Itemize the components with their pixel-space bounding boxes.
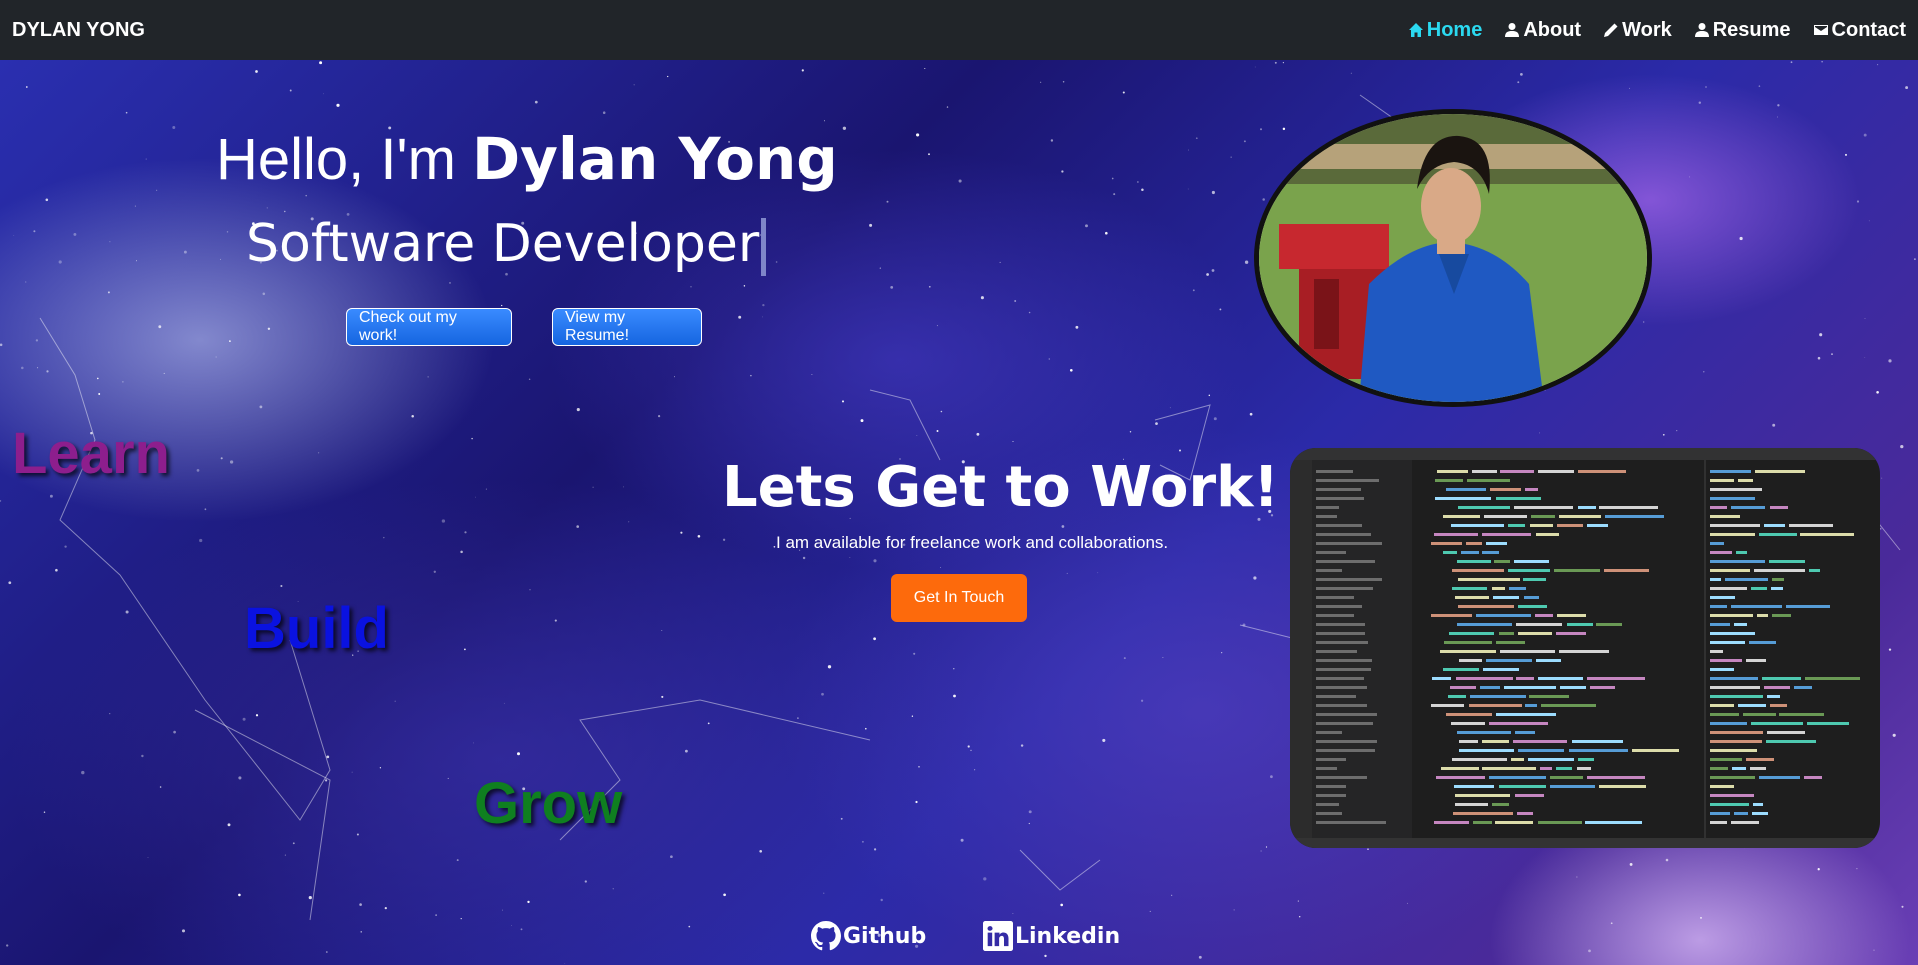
github-label: Github [843,923,927,949]
hero-role: Software Developer [246,214,767,276]
nav-work[interactable]: Work [1603,19,1672,42]
code-editor-screenshot [1290,448,1880,848]
profile-photo-drawing [1259,114,1647,402]
word-learn: Learn [12,421,170,486]
get-in-touch-button[interactable]: Get In Touch [891,574,1027,622]
nav-home-label: Home [1426,18,1483,41]
role-text: Software Developer [246,214,760,274]
nav-contact-label: Contact [1831,18,1906,41]
pencil-icon [1604,23,1618,37]
linkedin-link[interactable]: Linkedin [983,921,1120,951]
word-grow: Grow [474,771,623,836]
editor-status-bar [1290,838,1880,848]
linkedin-icon [983,921,1013,951]
greeting-text: Hello, I'm [216,127,473,192]
cta-subtitle: I am available for freelance work and co… [776,533,1169,552]
check-work-button[interactable]: Check out my work! [346,308,512,346]
nav-links: Home About Work Resume Contact [1408,19,1906,42]
nav-resume[interactable]: Resume [1694,19,1791,42]
hero-name: Dylan Yong [472,125,838,193]
hero-greeting: Hello, I'm Dylan Yong [216,125,838,193]
view-resume-button[interactable]: View my Resume! [552,308,702,346]
linkedin-label: Linkedin [1015,923,1121,949]
github-icon [811,921,841,951]
nav-resume-label: Resume [1712,18,1791,41]
typing-cursor [761,218,767,276]
person-icon [1505,23,1520,37]
github-link[interactable]: Github [811,921,926,951]
nav-about[interactable]: About [1504,19,1581,42]
word-build: Build [244,596,389,661]
nav-home[interactable]: Home [1408,18,1483,42]
navbar: DYLAN YONG Home About Work Resume Contac… [0,0,1918,60]
cta-title: Lets Get to Work! [722,455,1279,520]
brand-logo[interactable]: DYLAN YONG [12,19,145,42]
nav-about-label: About [1523,18,1582,41]
home-icon [1408,23,1423,37]
profile-photo [1254,109,1652,407]
person-icon [1694,23,1709,37]
nav-contact[interactable]: Contact [1813,19,1906,42]
nav-work-label: Work [1622,18,1672,41]
code-text-lines [1316,460,1860,838]
mail-icon [1813,25,1828,35]
